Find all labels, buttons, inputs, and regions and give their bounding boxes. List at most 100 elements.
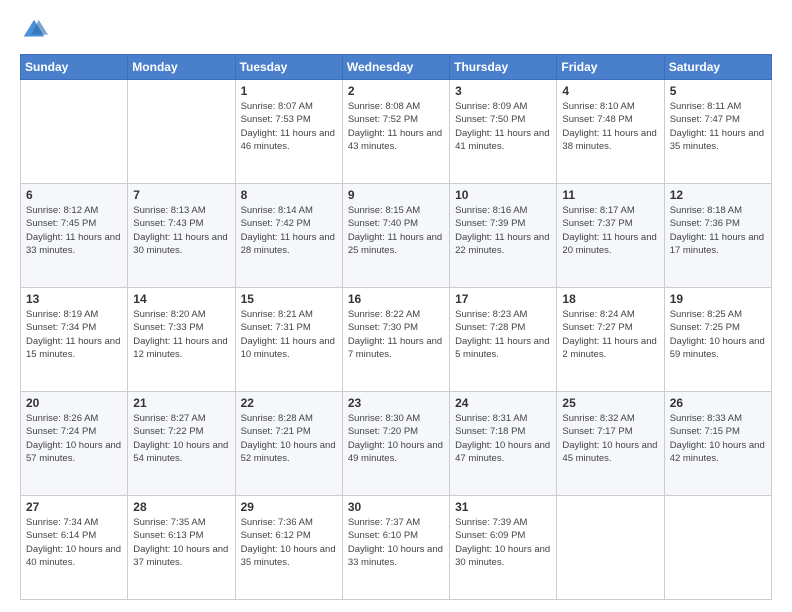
calendar-cell: 19 Sunrise: 8:25 AM Sunset: 7:25 PM Dayli… <box>664 288 771 392</box>
weekday-header-cell: Friday <box>557 55 664 80</box>
day-info: Sunrise: 8:30 AM Sunset: 7:20 PM Dayligh… <box>348 412 444 465</box>
day-number: 20 <box>26 396 122 410</box>
logo-icon <box>20 16 48 44</box>
day-info: Sunrise: 8:19 AM Sunset: 7:34 PM Dayligh… <box>26 308 122 361</box>
day-number: 5 <box>670 84 766 98</box>
calendar-cell: 25 Sunrise: 8:32 AM Sunset: 7:17 PM Dayli… <box>557 392 664 496</box>
calendar-table: SundayMondayTuesdayWednesdayThursdayFrid… <box>20 54 772 600</box>
calendar-cell: 6 Sunrise: 8:12 AM Sunset: 7:45 PM Daylig… <box>21 184 128 288</box>
day-number: 25 <box>562 396 658 410</box>
day-info: Sunrise: 8:09 AM Sunset: 7:50 PM Dayligh… <box>455 100 551 153</box>
day-number: 4 <box>562 84 658 98</box>
calendar-cell: 14Sunrise: 8:20 AM Sunset: 7:33 PM Dayli… <box>128 288 235 392</box>
day-info: Sunrise: 8:14 AM Sunset: 7:42 PM Dayligh… <box>241 204 337 257</box>
day-number: 12 <box>670 188 766 202</box>
calendar-cell: 2 Sunrise: 8:08 AM Sunset: 7:52 PM Daylig… <box>342 80 449 184</box>
calendar-cell: 13 Sunrise: 8:19 AM Sunset: 7:34 PM Dayli… <box>21 288 128 392</box>
weekday-header-cell: Monday <box>128 55 235 80</box>
calendar-week-row: 1 Sunrise: 8:07 AM Sunset: 7:53 PM Daylig… <box>21 80 772 184</box>
day-number: 1 <box>241 84 337 98</box>
day-number: 13 <box>26 292 122 306</box>
calendar-week-row: 27 Sunrise: 7:34 AM Sunset: 6:14 PM Dayli… <box>21 496 772 600</box>
weekday-header-cell: Thursday <box>450 55 557 80</box>
calendar-cell: 24 Sunrise: 8:31 AM Sunset: 7:18 PM Dayli… <box>450 392 557 496</box>
day-info: Sunrise: 7:34 AM Sunset: 6:14 PM Dayligh… <box>26 516 122 569</box>
day-info: Sunrise: 7:39 AM Sunset: 6:09 PM Dayligh… <box>455 516 551 569</box>
day-number: 23 <box>348 396 444 410</box>
calendar-cell: 7Sunrise: 8:13 AM Sunset: 7:43 PM Daylig… <box>128 184 235 288</box>
calendar-cell: 26 Sunrise: 8:33 AM Sunset: 7:15 PM Dayli… <box>664 392 771 496</box>
day-info: Sunrise: 8:26 AM Sunset: 7:24 PM Dayligh… <box>26 412 122 465</box>
day-info: Sunrise: 8:16 AM Sunset: 7:39 PM Dayligh… <box>455 204 551 257</box>
day-info: Sunrise: 8:31 AM Sunset: 7:18 PM Dayligh… <box>455 412 551 465</box>
day-info: Sunrise: 8:11 AM Sunset: 7:47 PM Dayligh… <box>670 100 766 153</box>
day-number: 6 <box>26 188 122 202</box>
day-number: 29 <box>241 500 337 514</box>
weekday-header-cell: Saturday <box>664 55 771 80</box>
day-number: 11 <box>562 188 658 202</box>
day-info: Sunrise: 8:17 AM Sunset: 7:37 PM Dayligh… <box>562 204 658 257</box>
calendar-cell: 12 Sunrise: 8:18 AM Sunset: 7:36 PM Dayli… <box>664 184 771 288</box>
day-number: 27 <box>26 500 122 514</box>
day-number: 17 <box>455 292 551 306</box>
day-info: Sunrise: 8:33 AM Sunset: 7:15 PM Dayligh… <box>670 412 766 465</box>
day-number: 10 <box>455 188 551 202</box>
calendar-cell: 27 Sunrise: 7:34 AM Sunset: 6:14 PM Dayli… <box>21 496 128 600</box>
day-info: Sunrise: 8:08 AM Sunset: 7:52 PM Dayligh… <box>348 100 444 153</box>
calendar-cell: 16 Sunrise: 8:22 AM Sunset: 7:30 PM Dayli… <box>342 288 449 392</box>
day-number: 9 <box>348 188 444 202</box>
calendar-cell: 8 Sunrise: 8:14 AM Sunset: 7:42 PM Daylig… <box>235 184 342 288</box>
day-number: 30 <box>348 500 444 514</box>
calendar-cell: 5 Sunrise: 8:11 AM Sunset: 7:47 PM Daylig… <box>664 80 771 184</box>
day-number: 24 <box>455 396 551 410</box>
calendar-cell: 1 Sunrise: 8:07 AM Sunset: 7:53 PM Daylig… <box>235 80 342 184</box>
day-info: Sunrise: 8:18 AM Sunset: 7:36 PM Dayligh… <box>670 204 766 257</box>
calendar-week-row: 20 Sunrise: 8:26 AM Sunset: 7:24 PM Dayli… <box>21 392 772 496</box>
day-info: Sunrise: 8:07 AM Sunset: 7:53 PM Dayligh… <box>241 100 337 153</box>
calendar-cell: 15Sunrise: 8:21 AM Sunset: 7:31 PM Dayli… <box>235 288 342 392</box>
calendar-cell: 30 Sunrise: 7:37 AM Sunset: 6:10 PM Dayli… <box>342 496 449 600</box>
day-info: Sunrise: 8:32 AM Sunset: 7:17 PM Dayligh… <box>562 412 658 465</box>
day-info: Sunrise: 8:22 AM Sunset: 7:30 PM Dayligh… <box>348 308 444 361</box>
day-info: Sunrise: 7:37 AM Sunset: 6:10 PM Dayligh… <box>348 516 444 569</box>
calendar-cell <box>21 80 128 184</box>
calendar-cell: 29 Sunrise: 7:36 AM Sunset: 6:12 PM Dayli… <box>235 496 342 600</box>
day-number: 18 <box>562 292 658 306</box>
day-number: 26 <box>670 396 766 410</box>
calendar-cell: 4Sunrise: 8:10 AM Sunset: 7:48 PM Daylig… <box>557 80 664 184</box>
day-info: Sunrise: 8:27 AM Sunset: 7:22 PM Dayligh… <box>133 412 229 465</box>
day-info: Sunrise: 8:20 AM Sunset: 7:33 PM Dayligh… <box>133 308 229 361</box>
logo <box>20 16 52 44</box>
calendar-week-row: 13 Sunrise: 8:19 AM Sunset: 7:34 PM Dayli… <box>21 288 772 392</box>
calendar-cell: 10 Sunrise: 8:16 AM Sunset: 7:39 PM Dayli… <box>450 184 557 288</box>
day-number: 21 <box>133 396 229 410</box>
day-info: Sunrise: 8:23 AM Sunset: 7:28 PM Dayligh… <box>455 308 551 361</box>
calendar-body: 1 Sunrise: 8:07 AM Sunset: 7:53 PM Daylig… <box>21 80 772 600</box>
day-number: 8 <box>241 188 337 202</box>
weekday-header-cell: Wednesday <box>342 55 449 80</box>
calendar-cell: 28 Sunrise: 7:35 AM Sunset: 6:13 PM Dayli… <box>128 496 235 600</box>
day-number: 19 <box>670 292 766 306</box>
calendar-cell: 11 Sunrise: 8:17 AM Sunset: 7:37 PM Dayli… <box>557 184 664 288</box>
calendar-cell: 17 Sunrise: 8:23 AM Sunset: 7:28 PM Dayli… <box>450 288 557 392</box>
calendar-cell <box>664 496 771 600</box>
calendar-cell: 20 Sunrise: 8:26 AM Sunset: 7:24 PM Dayli… <box>21 392 128 496</box>
day-info: Sunrise: 8:28 AM Sunset: 7:21 PM Dayligh… <box>241 412 337 465</box>
day-info: Sunrise: 8:12 AM Sunset: 7:45 PM Dayligh… <box>26 204 122 257</box>
day-info: Sunrise: 8:24 AM Sunset: 7:27 PM Dayligh… <box>562 308 658 361</box>
day-number: 2 <box>348 84 444 98</box>
calendar-cell: 23 Sunrise: 8:30 AM Sunset: 7:20 PM Dayli… <box>342 392 449 496</box>
calendar-cell: 21 Sunrise: 8:27 AM Sunset: 7:22 PM Dayli… <box>128 392 235 496</box>
day-number: 28 <box>133 500 229 514</box>
calendar-cell: 18 Sunrise: 8:24 AM Sunset: 7:27 PM Dayli… <box>557 288 664 392</box>
day-info: Sunrise: 8:15 AM Sunset: 7:40 PM Dayligh… <box>348 204 444 257</box>
weekday-header-cell: Tuesday <box>235 55 342 80</box>
day-info: Sunrise: 7:36 AM Sunset: 6:12 PM Dayligh… <box>241 516 337 569</box>
day-number: 16 <box>348 292 444 306</box>
calendar-cell: 9 Sunrise: 8:15 AM Sunset: 7:40 PM Daylig… <box>342 184 449 288</box>
header <box>20 16 772 44</box>
day-info: Sunrise: 8:25 AM Sunset: 7:25 PM Dayligh… <box>670 308 766 361</box>
day-info: Sunrise: 8:21 AM Sunset: 7:31 PM Dayligh… <box>241 308 337 361</box>
calendar-week-row: 6 Sunrise: 8:12 AM Sunset: 7:45 PM Daylig… <box>21 184 772 288</box>
day-info: Sunrise: 7:35 AM Sunset: 6:13 PM Dayligh… <box>133 516 229 569</box>
